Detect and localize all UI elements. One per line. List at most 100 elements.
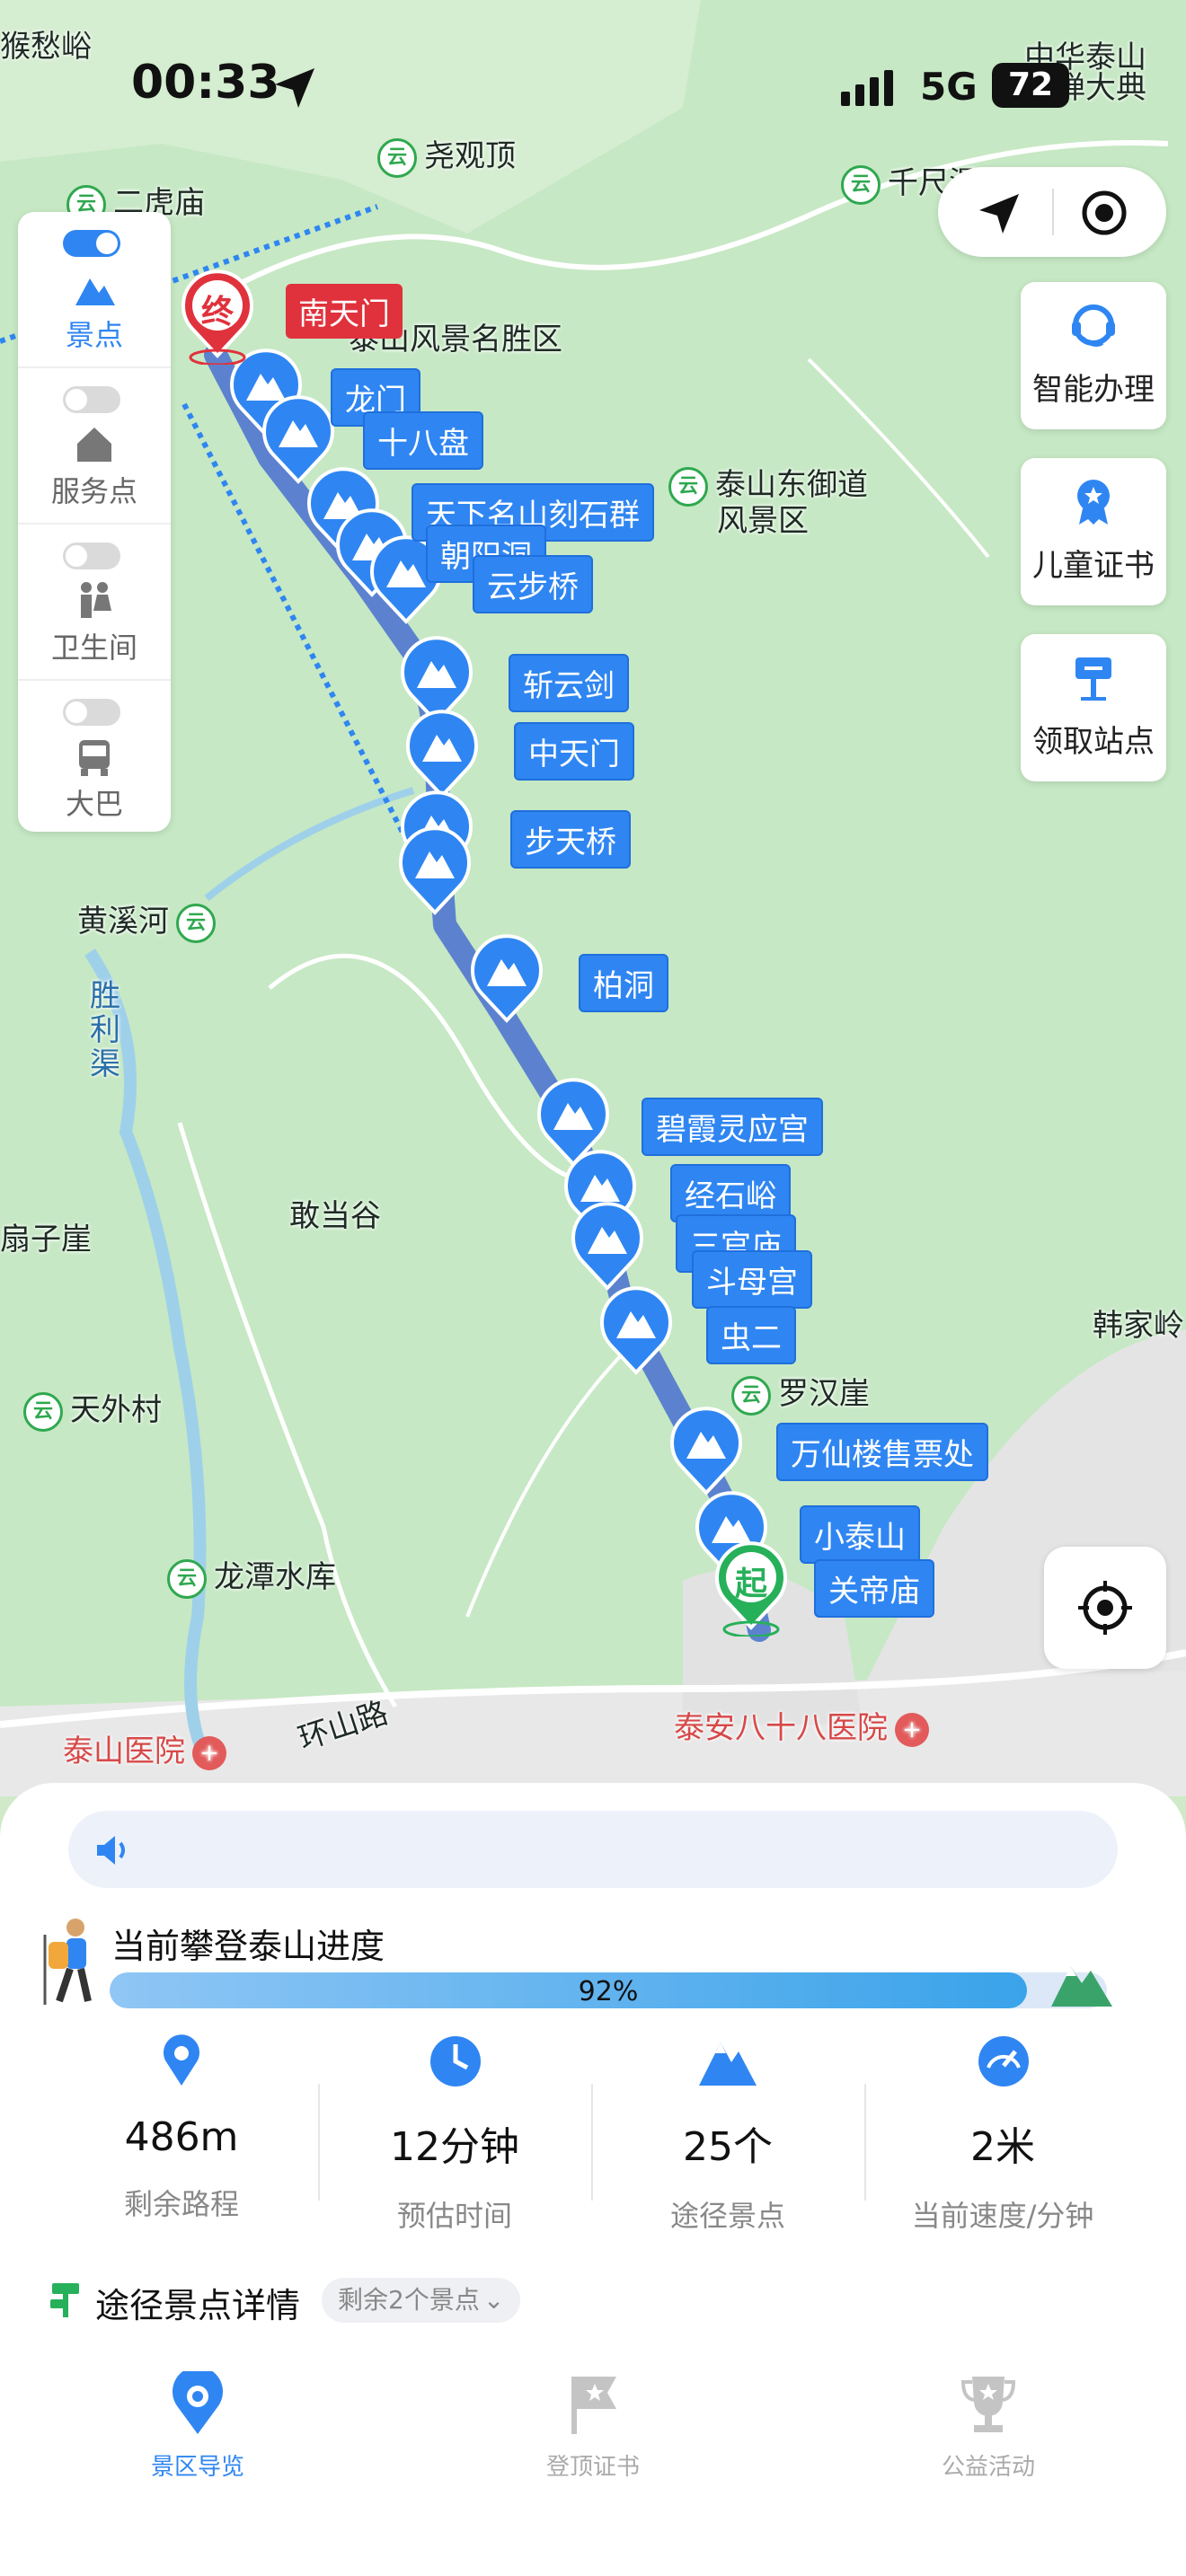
place-label: 猴愁峪: [0, 29, 92, 65]
tab-guide[interactable]: 景区导览: [90, 2366, 305, 2482]
spot-label[interactable]: 关帝庙: [814, 1559, 934, 1618]
spot-label[interactable]: 斩云剑: [509, 654, 629, 712]
layer-panel: 景点 服务点 卫生间 大巴: [18, 212, 171, 832]
spot-label[interactable]: 小泰山: [800, 1505, 920, 1564]
tab-label: 景区导览: [150, 2454, 244, 2481]
progress-title: 当前攀登泰山进度: [111, 1927, 385, 1966]
stat-current-speed: 2米 当前速度/分钟: [868, 2028, 1137, 2235]
chevron-down-icon: ⌄: [482, 2285, 505, 2315]
place-label: 云天外村: [23, 1385, 162, 1432]
progress-bar: 92%: [110, 1972, 1107, 2008]
stat-label: 预估时间: [396, 2199, 512, 2233]
stat-value: 25个: [683, 2124, 773, 2170]
button-label: 儿童证书: [1032, 548, 1155, 584]
place-label: 黄溪河云: [77, 896, 223, 943]
clock-icon: [430, 2036, 481, 2086]
tab-label: 公益活动: [941, 2454, 1035, 2481]
toggle-switch[interactable]: [63, 230, 120, 257]
details-title[interactable]: 途径景点详情: [95, 2278, 300, 2327]
flag-icon: [571, 2377, 616, 2434]
child-certificate-button[interactable]: 儿童证书: [1021, 458, 1166, 605]
button-label: 智能办理: [1032, 372, 1155, 408]
spot-marker-icon[interactable]: [397, 826, 473, 916]
remaining-spots-badge[interactable]: 剩余2个景点 ⌄: [322, 2278, 521, 2323]
layer-toggle-restroom[interactable]: 卫生间: [18, 525, 171, 679]
recenter-button[interactable]: [1044, 1547, 1166, 1669]
layer-toggle-scenic[interactable]: 景点: [18, 212, 171, 366]
mountain-icon: [699, 2042, 757, 2086]
tab-certificate[interactable]: 登顶证书: [485, 2371, 701, 2482]
scenic-poi-icon: 云: [23, 1391, 63, 1432]
bus-icon: [79, 740, 110, 776]
start-marker[interactable]: 起: [713, 1538, 789, 1636]
spot-marker-icon[interactable]: [598, 1286, 674, 1376]
toggle-switch[interactable]: [63, 386, 120, 413]
spot-label[interactable]: 中天门: [514, 722, 634, 781]
place-label: 泰安八十八医院 +: [674, 1703, 929, 1747]
speedometer-icon: [978, 2036, 1029, 2086]
stat-spots-passed: 25个 途径景点: [593, 2028, 863, 2235]
spot-marker-icon[interactable]: [469, 934, 544, 1024]
layer-label: 景点: [65, 318, 123, 352]
stat-value: 12分钟: [390, 2124, 519, 2170]
place-label: 韩家岭: [1093, 1308, 1184, 1344]
network-type: 5G: [920, 65, 978, 109]
spot-label[interactable]: 云步桥: [473, 555, 593, 613]
spot-label[interactable]: 步天桥: [510, 810, 631, 869]
map-controls: [938, 167, 1166, 257]
place-label: 云罗汉崖: [731, 1369, 870, 1416]
spot-label[interactable]: 碧霞灵应宫: [642, 1098, 823, 1156]
summit-icon: [1051, 1967, 1112, 2007]
stat-estimated-time: 12分钟 预估时间: [320, 2028, 589, 2235]
battery-indicator: 72: [992, 63, 1069, 108]
layer-toggle-service[interactable]: 服务点: [18, 368, 171, 523]
scenic-poi-icon: 云: [176, 903, 216, 943]
signpost-icon: [50, 2283, 79, 2317]
layer-toggle-bus[interactable]: 大巴: [18, 681, 171, 835]
scenic-poi-icon: 云: [377, 137, 417, 178]
spot-marker-icon[interactable]: [668, 1407, 744, 1496]
spot-marker-icon[interactable]: [570, 1202, 645, 1292]
toggle-switch[interactable]: [63, 543, 120, 569]
place-label: 风景区: [717, 503, 809, 539]
spot-label[interactable]: 万仙楼售票处: [776, 1423, 988, 1481]
end-name-tag[interactable]: 南天门: [286, 284, 403, 339]
place-label: 胜利渠: [90, 978, 120, 1082]
layer-label: 大巴: [65, 787, 123, 821]
toggle-switch[interactable]: [63, 699, 120, 726]
restroom-icon: [81, 582, 111, 618]
tab-label: 登顶证书: [545, 2454, 640, 2481]
progress-percent: 92%: [578, 1976, 639, 2007]
button-label: 领取站点: [1032, 724, 1155, 760]
target-icon[interactable]: [1078, 187, 1130, 239]
speaker-icon: [97, 1836, 125, 1865]
spot-label[interactable]: 柏洞: [579, 954, 668, 1012]
spot-label[interactable]: 十八盘: [363, 411, 483, 470]
place-label: 泰山医院 +: [63, 1726, 226, 1770]
map-pin-icon: [173, 2366, 223, 2434]
place-label: 敢当谷: [289, 1198, 381, 1234]
scenic-poi-icon: 云: [668, 466, 708, 507]
crosshair-icon: [1078, 1581, 1132, 1635]
stat-label: 途径景点: [669, 2199, 785, 2233]
stat-value: 486m: [124, 2114, 239, 2160]
place-label: 云龙潭水库: [167, 1552, 336, 1599]
house-icon: [77, 428, 111, 462]
location-pin-icon: [164, 2034, 199, 2086]
spot-label[interactable]: 斗母宫: [692, 1250, 812, 1309]
spot-label[interactable]: 虫二: [706, 1306, 796, 1364]
place-label: 扇子崖: [0, 1222, 92, 1257]
end-marker[interactable]: 终: [180, 266, 255, 365]
badge-icon: [1077, 480, 1110, 525]
layer-label: 服务点: [50, 474, 137, 508]
stat-label: 当前速度/分钟: [911, 2199, 1094, 2233]
smart-service-button[interactable]: 智能办理: [1021, 282, 1166, 429]
map-view[interactable]: 猴愁峪 中华泰山 封禅大典 云尧观顶 云千尺瀑 云二虎庙 泰山风景名胜区 云泰山…: [0, 0, 1186, 1796]
stat-label: 剩余路程: [123, 2187, 239, 2221]
notice-bar[interactable]: [68, 1811, 1118, 1888]
tab-charity[interactable]: 公益活动: [881, 2371, 1096, 2482]
spot-marker-icon[interactable]: [404, 710, 480, 799]
hiker-avatar-icon: [43, 1919, 92, 2005]
collect-station-button[interactable]: 领取站点: [1021, 634, 1166, 781]
navigation-arrow-icon[interactable]: [974, 189, 1024, 239]
